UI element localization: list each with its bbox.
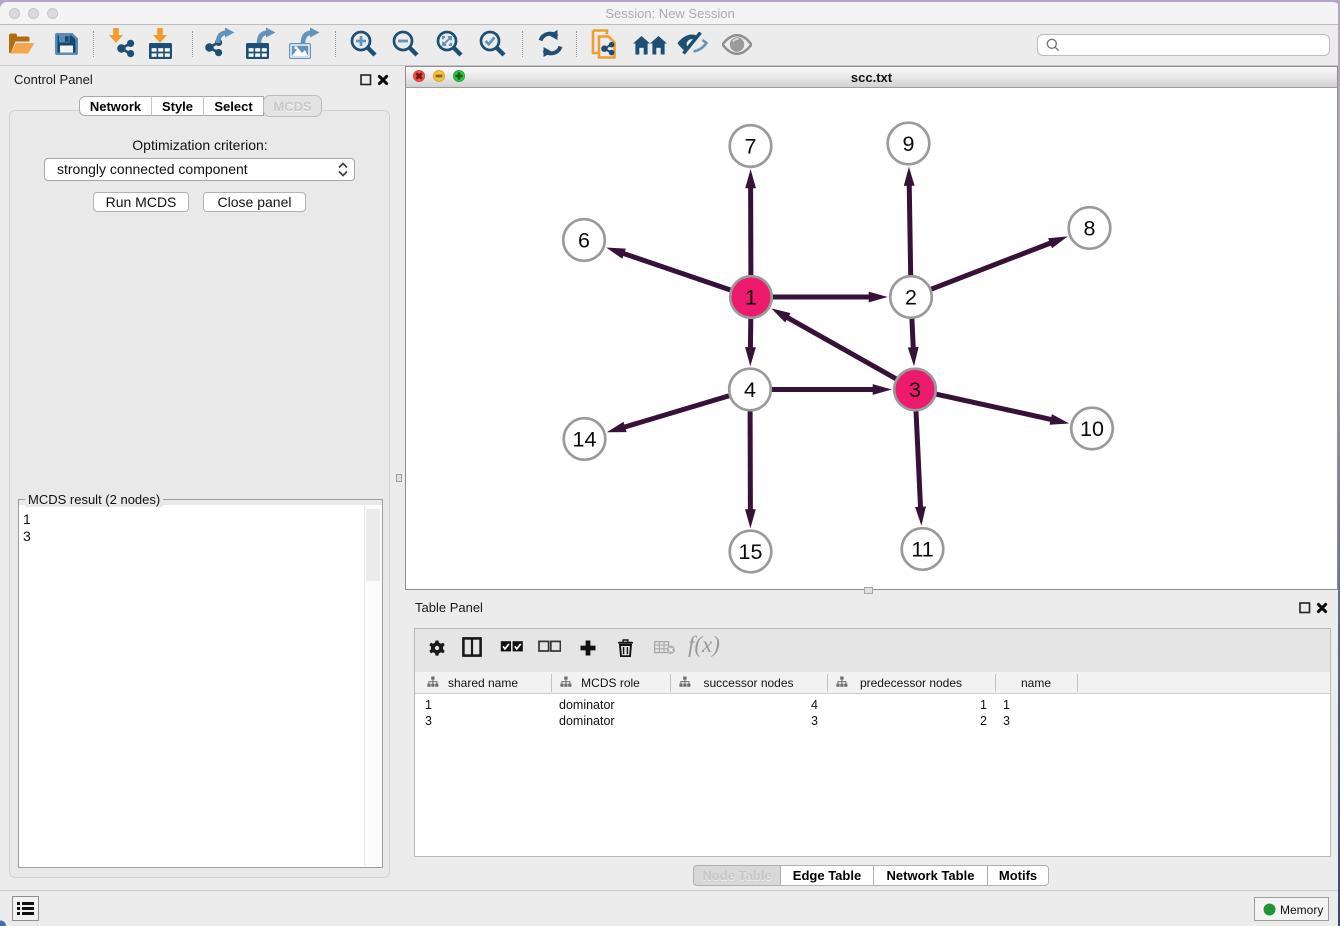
- svg-text:8: 8: [1084, 217, 1096, 241]
- svg-text:4: 4: [744, 378, 756, 402]
- svg-text:6: 6: [578, 229, 590, 253]
- svg-text:9: 9: [903, 132, 915, 156]
- svg-text:11: 11: [911, 538, 933, 562]
- svg-text:1: 1: [745, 286, 757, 310]
- svg-text:2: 2: [905, 286, 917, 310]
- svg-text:14: 14: [573, 428, 597, 452]
- svg-text:15: 15: [739, 540, 763, 564]
- svg-text:7: 7: [745, 135, 757, 159]
- svg-text:10: 10: [1080, 417, 1104, 441]
- svg-text:3: 3: [909, 378, 921, 402]
